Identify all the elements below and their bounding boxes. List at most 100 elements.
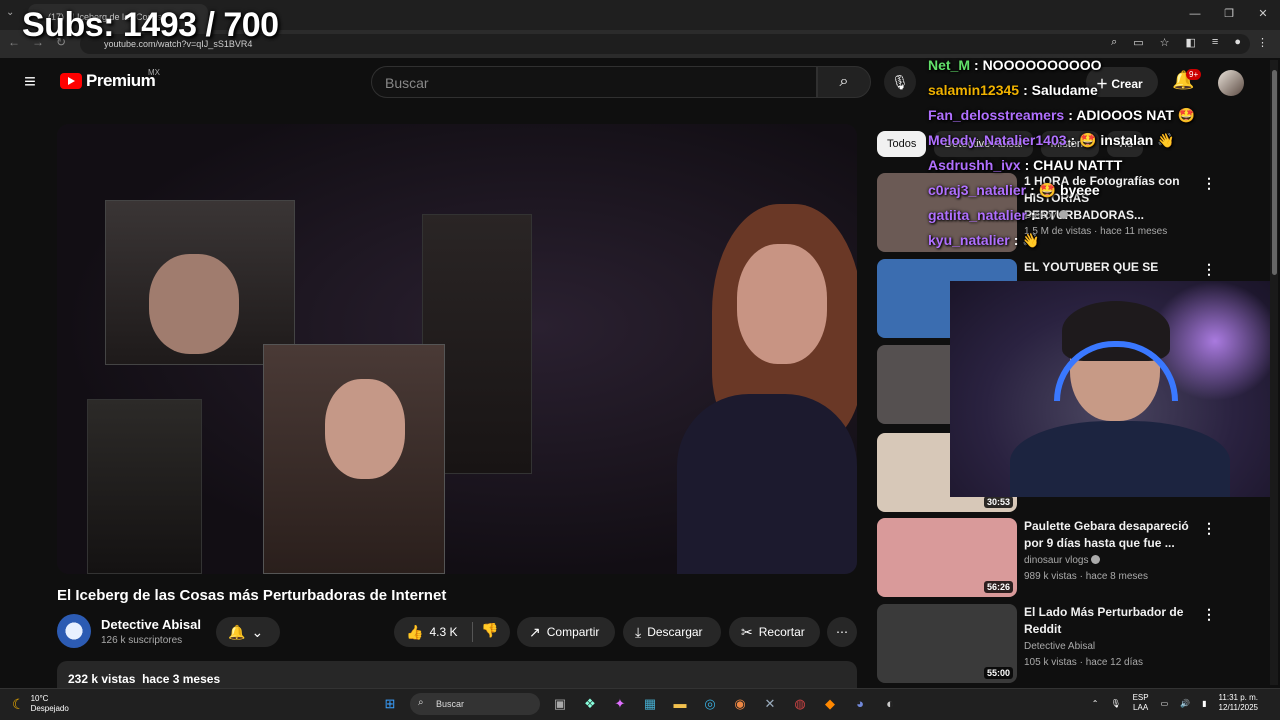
chat-text: : 🤩 instalan 👋: [1070, 132, 1175, 148]
kebab-menu-icon[interactable]: ⋮: [1202, 261, 1216, 278]
bell-icon: 🔔: [228, 623, 246, 640]
voice-search-button[interactable]: 🎙: [884, 66, 916, 98]
folder-icon[interactable]: ▬: [670, 694, 690, 714]
chat-text: : 👋: [1013, 232, 1040, 248]
language-indicator[interactable]: ESP LAA: [1133, 693, 1149, 713]
edge-icon[interactable]: ◎: [700, 694, 720, 714]
profile-icon[interactable]: ●: [1234, 36, 1241, 49]
app-icon[interactable]: ◆: [820, 694, 840, 714]
browser-toolbar-icons: ⌕ ▭ ☆ ◧ ≡ ● ⋮: [1111, 36, 1268, 49]
chrome-icon[interactable]: ◉: [730, 694, 750, 714]
chat-text: : ADIOOOS NAT 🤩: [1068, 107, 1196, 123]
close-window-button[interactable]: ✕: [1246, 0, 1280, 30]
video-face: [325, 379, 405, 479]
chat-username[interactable]: Fan_delosstreamers: [928, 107, 1064, 123]
recommendation-meta: 105 k vistas · hace 12 días: [1024, 657, 1143, 668]
thumbs-down-icon[interactable]: 👎: [481, 622, 498, 639]
battery-icon[interactable]: ▮: [1202, 699, 1206, 708]
task-view-icon[interactable]: ▣: [550, 694, 570, 714]
copilot-icon[interactable]: ✦: [610, 694, 630, 714]
cast-icon[interactable]: ▭: [1133, 36, 1143, 49]
chat-text: : Saludame: [1023, 82, 1098, 98]
screen: ⌄ (17) El Iceberg de las Cosas — ❐ ✕ ← →…: [0, 0, 1280, 720]
browser-menu-icon[interactable]: ⋮: [1257, 36, 1268, 49]
more-actions-button[interactable]: ⋯: [827, 617, 857, 647]
store-icon[interactable]: ▦: [640, 694, 660, 714]
minimize-button[interactable]: —: [1178, 0, 1212, 30]
clock[interactable]: 11:31 p. m. 12/11/2025: [1219, 693, 1258, 713]
widgets-icon[interactable]: ❖: [580, 694, 600, 714]
youtube-logo[interactable]: Premium: [60, 71, 156, 91]
youtube-play-icon: [60, 73, 82, 89]
search-input[interactable]: Buscar: [371, 66, 817, 98]
chat-message: Melody_Natalier1403: 🤩 instalan 👋: [928, 132, 1268, 157]
network-icon[interactable]: ▭: [1161, 699, 1169, 708]
chat-message: Asdrushh_ivx: CHAU NATTT: [928, 157, 1268, 182]
webcam-overlay: [950, 281, 1270, 497]
chat-username[interactable]: Net_M: [928, 57, 970, 73]
weather-temp: 10°C: [30, 694, 49, 703]
chat-username[interactable]: Asdrushh_ivx: [928, 157, 1021, 173]
share-button[interactable]: ↗ Compartir: [517, 617, 615, 647]
scrollbar-thumb[interactable]: [1272, 70, 1277, 275]
tray-overflow-icon[interactable]: ⌃: [1092, 699, 1099, 708]
app-icon[interactable]: ◍: [790, 694, 810, 714]
windows-start-icon[interactable]: ⊞: [380, 694, 400, 714]
video-thumbnail[interactable]: 56:26: [877, 518, 1017, 597]
recommendation-item[interactable]: 55:00 El Lado Más Perturbador de Reddit …: [877, 604, 1257, 684]
video-duration: 30:53: [983, 496, 1013, 508]
search-icon: ⌕: [839, 73, 849, 90]
video-duration: 55:00: [983, 667, 1013, 679]
search-button[interactable]: ⌕: [817, 66, 871, 98]
subscriber-count: 126 k suscriptores: [101, 635, 183, 646]
download-button[interactable]: ⤓ Descargar: [623, 617, 721, 647]
back-icon[interactable]: ←: [8, 35, 20, 49]
subscription-bell-button[interactable]: 🔔 ⌄: [216, 617, 280, 647]
scissors-icon: ✂: [741, 623, 753, 640]
extensions-icon[interactable]: ◧: [1186, 36, 1196, 49]
menu-icon[interactable]: ≡: [18, 70, 42, 94]
chat-username[interactable]: salamin12345: [928, 82, 1019, 98]
clip-button[interactable]: ✂ Recortar: [729, 617, 820, 647]
tab-list-icon[interactable]: ⌄: [6, 7, 14, 18]
discord-icon[interactable]: ◕: [850, 694, 870, 714]
chat-username[interactable]: kyu_natalier: [928, 232, 1010, 248]
presenter-body: [677, 394, 857, 574]
channel-avatar[interactable]: [57, 614, 91, 648]
chip-todos[interactable]: Todos: [877, 131, 927, 157]
chat-username[interactable]: Melody_Natalier1403: [928, 132, 1067, 148]
windows-taskbar: ☾ 10°C Despejado ⊞ ⌕ Buscar ▣ ❖ ✦ ▦ ▬ ◎ ◉…: [0, 688, 1280, 720]
maximize-button[interactable]: ❐: [1212, 0, 1246, 30]
chevron-down-icon: ⌄: [251, 623, 264, 640]
recommendation-channel[interactable]: Detective Abisal: [1024, 641, 1095, 652]
taskbar-search[interactable]: ⌕ Buscar: [410, 693, 540, 715]
volume-icon[interactable]: 🔊: [1180, 699, 1190, 708]
recommendation-channel[interactable]: dinosaur vlogs: [1024, 555, 1101, 566]
weather-widget[interactable]: ☾ 10°C Despejado: [12, 694, 69, 714]
kebab-menu-icon[interactable]: ⋮: [1202, 520, 1216, 537]
zoom-icon[interactable]: ⌕: [1111, 36, 1117, 49]
chat-message: salamin12345: Saludame: [928, 82, 1268, 107]
mic-icon: 🎙: [891, 74, 909, 90]
weather-desc: Despejado: [30, 704, 69, 713]
video-title: El Iceberg de las Cosas más Perturbadora…: [57, 587, 447, 604]
video-player[interactable]: [57, 124, 857, 574]
kebab-menu-icon[interactable]: ⋮: [1202, 606, 1216, 623]
chat-message: gatiita_natalier:: [928, 207, 1268, 232]
bookmark-star-icon[interactable]: ☆: [1160, 36, 1170, 49]
page-scrollbar[interactable]: [1270, 60, 1278, 685]
video-thumbnail[interactable]: 55:00: [877, 604, 1017, 683]
channel-name[interactable]: Detective Abisal: [101, 617, 201, 632]
media-icon[interactable]: ≡: [1212, 36, 1218, 49]
recommendation-title[interactable]: El Lado Más Perturbador de Reddit: [1024, 604, 1199, 638]
recommendation-title[interactable]: Paulette Gebara desapareció por 9 días h…: [1024, 518, 1199, 552]
steam-icon[interactable]: ◐: [880, 694, 900, 714]
more-icon: ⋯: [836, 625, 848, 639]
chat-username[interactable]: gatiita_natalier: [928, 207, 1027, 223]
recommendation-title[interactable]: EL YOUTUBER QUE SE: [1024, 259, 1199, 276]
mic-tray-icon[interactable]: 🎙: [1110, 699, 1120, 708]
chat-username[interactable]: c0raj3_natalier: [928, 182, 1026, 198]
app-icon[interactable]: ✕: [760, 694, 780, 714]
recommendation-item[interactable]: 56:26 Paulette Gebara desapareció por 9 …: [877, 518, 1257, 598]
chat-text: : 🤩 byeee: [1030, 182, 1100, 198]
